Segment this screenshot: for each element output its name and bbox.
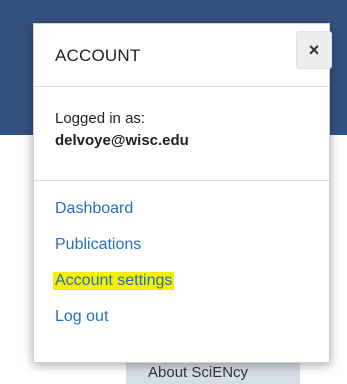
menu-item-log-out[interactable]: Log out: [55, 308, 108, 326]
account-popover: ACCOUNT × Logged in as: delvoye@wisc.edu…: [33, 23, 332, 363]
about-sciency-label: About SciENcy: [148, 364, 249, 381]
close-button[interactable]: ×: [296, 31, 332, 69]
menu-item-account-settings[interactable]: Account settings: [53, 272, 175, 290]
close-icon: ×: [308, 39, 320, 60]
menu-item-publications[interactable]: Publications: [55, 236, 141, 254]
popover-title: ACCOUNT: [55, 46, 141, 65]
user-email: delvoye@wisc.edu: [55, 132, 189, 149]
logged-in-label: Logged in as:: [55, 110, 146, 127]
popover-header: ACCOUNT ×: [34, 24, 332, 87]
menu-item-dashboard[interactable]: Dashboard: [55, 200, 133, 218]
logged-in-user-section: Logged in as: delvoye@wisc.edu: [34, 86, 329, 181]
